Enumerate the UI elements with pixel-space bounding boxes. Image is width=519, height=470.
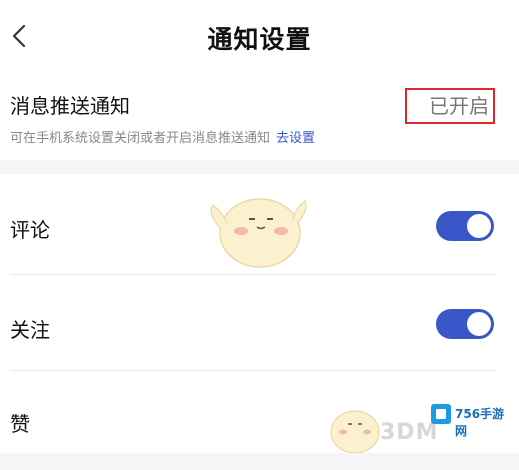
- go-settings-link[interactable]: 去设置: [276, 131, 315, 146]
- follows-label: 关注: [10, 318, 50, 342]
- likes-label: 赞: [10, 412, 30, 436]
- toggle-knob: [467, 214, 491, 238]
- mascot-watermark-icon: [210, 198, 307, 268]
- divider: [10, 274, 497, 275]
- push-status-value[interactable]: 已开启: [405, 88, 495, 124]
- push-hint-text: 可在手机系统设置关闭或者开启消息推送通知: [10, 131, 271, 146]
- site-badge-label: 756手游网: [455, 407, 505, 438]
- follows-toggle[interactable]: [436, 309, 494, 339]
- list-item-follows[interactable]: 关注: [0, 276, 519, 374]
- top-bar: 通知设置: [0, 0, 519, 72]
- push-notification-label: 消息推送通知: [10, 94, 130, 118]
- mascot-watermark-small-icon: [330, 410, 380, 453]
- comments-label: 评论: [10, 218, 50, 242]
- site-watermark-text: 3DM: [380, 420, 439, 445]
- toggle-knob: [467, 312, 491, 336]
- divider: [10, 370, 497, 371]
- page-title: 通知设置: [207, 25, 312, 54]
- site-badge: 756手游网: [431, 403, 511, 438]
- comments-toggle[interactable]: [436, 211, 494, 241]
- push-notification-hint: 可在手机系统设置关闭或者开启消息推送通知 去设置: [10, 127, 315, 146]
